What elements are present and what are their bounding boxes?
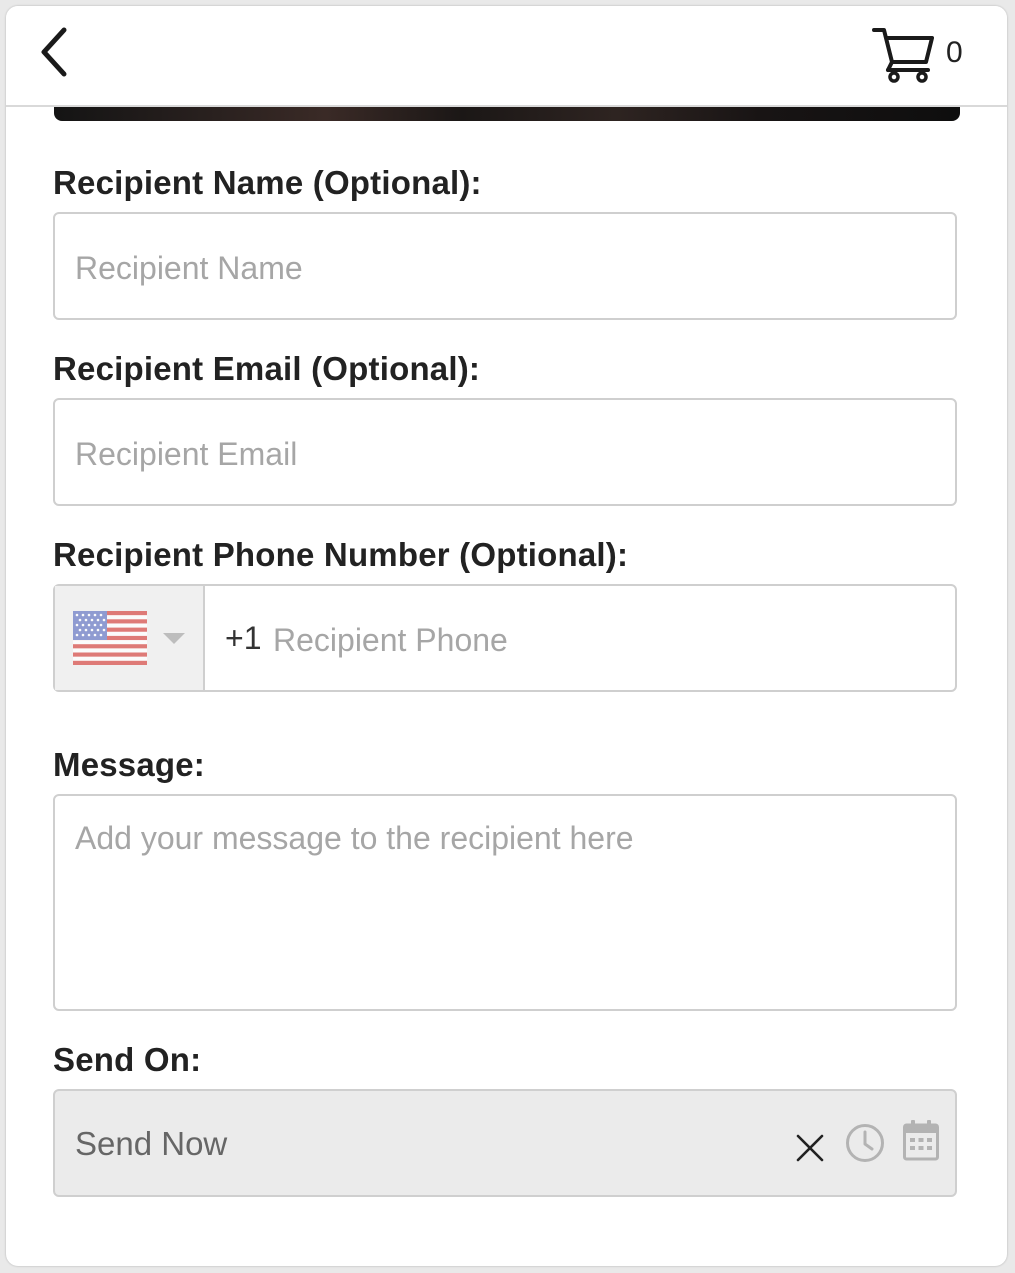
cart-count-badge: 0 (946, 36, 963, 69)
calendar-icon (903, 1120, 939, 1161)
date-picker-button[interactable] (903, 1119, 939, 1161)
top-bar: 0 (6, 6, 1007, 107)
country-code-select[interactable] (55, 586, 205, 690)
recipient-phone-label: Recipient Phone Number (Optional): (53, 536, 629, 573)
recipient-name-input[interactable] (75, 248, 935, 288)
shopping-cart-icon (872, 28, 934, 83)
clear-icon (796, 1134, 824, 1162)
recipient-email-input[interactable] (75, 434, 935, 474)
back-button[interactable] (34, 26, 74, 78)
us-flag-icon (73, 611, 147, 665)
recipient-email-field-box (53, 398, 957, 506)
chevron-left-icon (41, 27, 67, 77)
dial-code: +1 (225, 620, 262, 656)
recipient-name-label: Recipient Name (Optional): (53, 164, 482, 201)
send-on-datetime-field[interactable]: Send Now (53, 1089, 957, 1197)
message-field-box (53, 794, 957, 1011)
recipient-phone-field-box: +1 (53, 584, 957, 692)
recipient-phone-input[interactable] (273, 620, 933, 660)
clock-icon (846, 1124, 884, 1162)
message-label: Message: (53, 746, 206, 783)
recipient-name-field-box (53, 212, 957, 320)
time-picker-button[interactable] (845, 1123, 885, 1163)
send-on-label: Send On: (53, 1041, 202, 1078)
send-on-value: Send Now (75, 1125, 228, 1162)
app-frame: 0 Recipient Name (Optional): Recipient E… (6, 6, 1007, 1266)
clear-button[interactable] (795, 1133, 825, 1163)
cart-button[interactable] (872, 24, 936, 84)
chevron-down-icon (163, 633, 185, 644)
recipient-email-label: Recipient Email (Optional): (53, 350, 481, 387)
message-textarea[interactable] (75, 818, 935, 988)
